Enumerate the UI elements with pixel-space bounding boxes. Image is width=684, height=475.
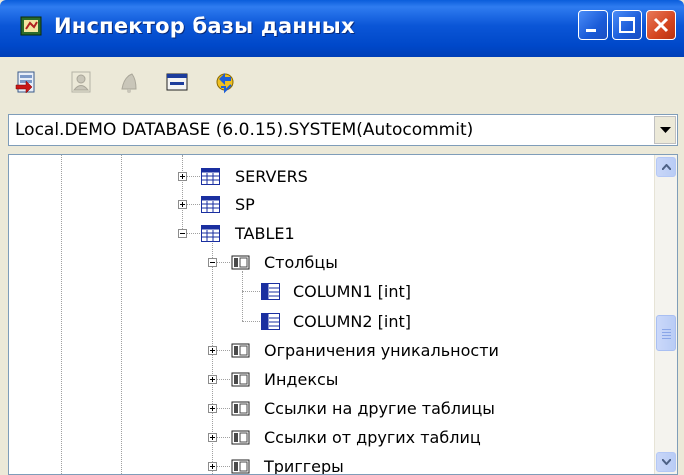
tree-guide-line bbox=[61, 155, 62, 474]
table-icon bbox=[201, 225, 220, 242]
expand-plus-icon[interactable] bbox=[208, 346, 217, 355]
table-icon bbox=[201, 168, 220, 185]
window-button[interactable] bbox=[160, 65, 194, 99]
folder-icon bbox=[231, 372, 250, 387]
tree-node-label: Ссылки на другие таблицы bbox=[264, 399, 495, 418]
chevron-up-icon bbox=[662, 164, 671, 170]
tree-node-label: Столбцы bbox=[264, 253, 338, 272]
window-icon bbox=[166, 73, 188, 91]
title-bar[interactable]: Инспектор базы данных bbox=[0, 0, 684, 57]
collapse-minus-icon[interactable] bbox=[208, 258, 217, 267]
tree-node-label: Ссылки от других таблиц bbox=[264, 428, 481, 447]
new-connection-button[interactable] bbox=[10, 65, 44, 99]
add-database-icon bbox=[15, 71, 35, 94]
expand-plus-icon[interactable] bbox=[178, 172, 187, 181]
scroll-thumb[interactable] bbox=[656, 315, 676, 351]
chevron-down-icon bbox=[662, 459, 671, 465]
folder-icon bbox=[231, 459, 250, 474]
tree-node-label: TABLE1 bbox=[235, 224, 295, 243]
maximize-button[interactable] bbox=[612, 10, 642, 40]
connection-select[interactable]: Local.DEMO DATABASE (6.0.15).SYSTEM(Auto… bbox=[8, 114, 678, 146]
refresh-button[interactable] bbox=[208, 65, 242, 99]
refresh-icon bbox=[216, 73, 234, 94]
tree-node-label: COLUMN2 [int] bbox=[293, 312, 411, 331]
expand-plus-icon[interactable] bbox=[208, 462, 217, 471]
expand-plus-icon[interactable] bbox=[208, 375, 217, 384]
tree-node-label: SP bbox=[235, 195, 255, 214]
tree-node-label: Индексы bbox=[264, 370, 339, 389]
scroll-up-button[interactable] bbox=[656, 157, 676, 177]
tree-node-label: Триггеры bbox=[264, 457, 344, 475]
tree-node-label: SERVERS bbox=[235, 167, 308, 186]
connection-dropdown-button[interactable] bbox=[654, 116, 676, 144]
user-button[interactable] bbox=[64, 65, 98, 99]
maximize-icon bbox=[619, 17, 635, 33]
close-icon bbox=[653, 17, 669, 33]
folder-icon bbox=[231, 430, 250, 445]
tree-node-label: COLUMN1 [int] bbox=[293, 282, 411, 301]
table-icon bbox=[201, 196, 220, 213]
tree-node-label: Ограничения уникальности bbox=[264, 341, 499, 360]
minimize-button[interactable] bbox=[578, 10, 608, 40]
minimize-icon bbox=[586, 29, 596, 32]
bell-button[interactable] bbox=[112, 65, 146, 99]
vertical-scrollbar[interactable] bbox=[654, 155, 677, 474]
collapse-minus-icon[interactable] bbox=[178, 229, 187, 238]
scroll-down-button[interactable] bbox=[656, 452, 676, 472]
expand-plus-icon[interactable] bbox=[208, 404, 217, 413]
tree-guide-line bbox=[121, 155, 122, 474]
user-icon bbox=[71, 71, 91, 93]
chevron-down-icon bbox=[660, 127, 671, 133]
folder-icon bbox=[231, 401, 250, 416]
connection-value: Local.DEMO DATABASE (6.0.15).SYSTEM(Auto… bbox=[15, 120, 474, 140]
toolbar bbox=[0, 57, 684, 107]
database-inspector-icon bbox=[20, 16, 42, 36]
window-title: Инспектор базы данных bbox=[54, 14, 355, 38]
tree-guide-line bbox=[182, 155, 183, 233]
column-icon bbox=[261, 313, 280, 330]
expand-plus-icon[interactable] bbox=[208, 433, 217, 442]
database-tree[interactable]: SERVERS SP TABLE1 Столбцы COLUMN1 [int] … bbox=[8, 154, 678, 475]
folder-icon bbox=[231, 343, 250, 358]
bell-icon bbox=[121, 73, 137, 93]
column-icon bbox=[261, 283, 280, 300]
tree-guide-line bbox=[242, 271, 243, 321]
database-inspector-window: Инспектор базы данных Local.DEMO DATABAS… bbox=[0, 0, 684, 475]
close-button[interactable] bbox=[646, 10, 676, 40]
folder-icon bbox=[231, 255, 250, 270]
expand-plus-icon[interactable] bbox=[178, 200, 187, 209]
